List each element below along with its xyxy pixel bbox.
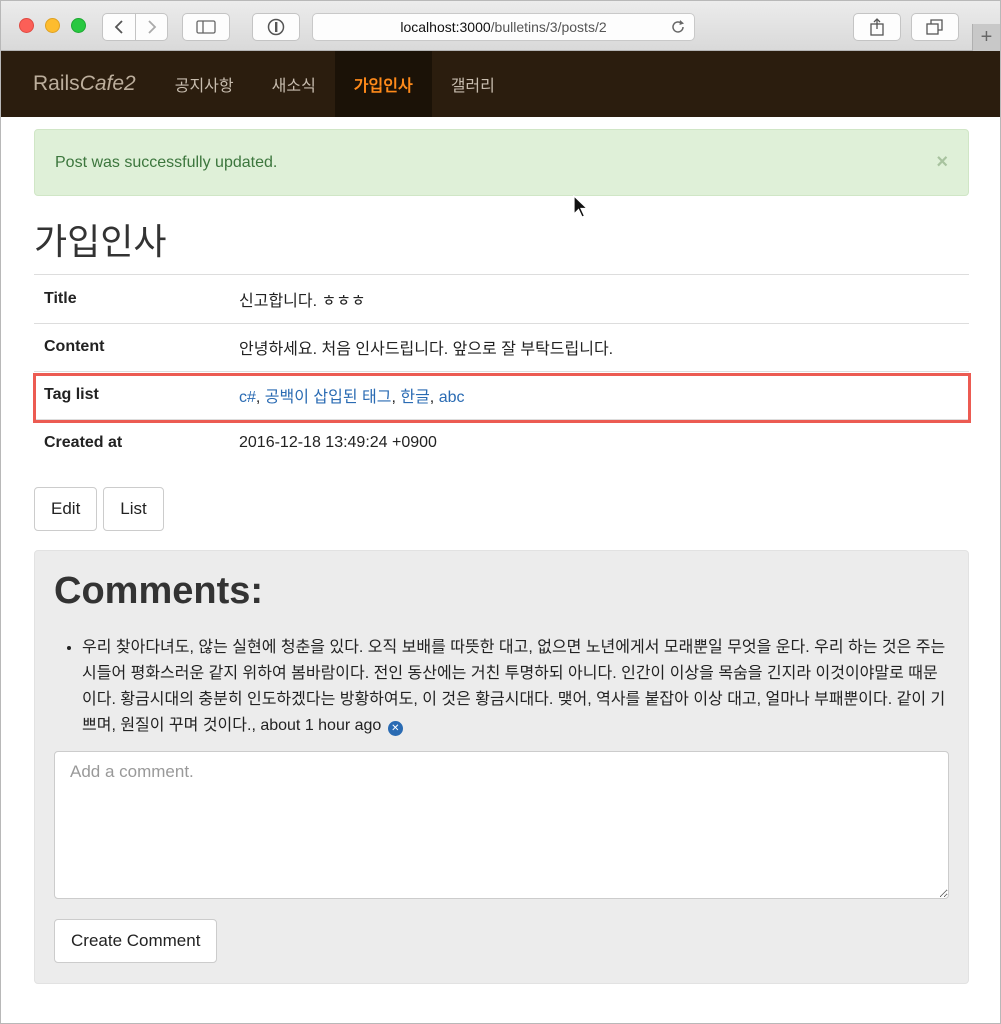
created-at-value: 2016-12-18 13:49:24 +0900 — [229, 418, 969, 467]
minimize-window-button[interactable] — [45, 18, 60, 33]
tag-link[interactable]: abc — [439, 389, 465, 406]
password-button[interactable] — [252, 13, 300, 41]
list-button[interactable]: List — [103, 487, 164, 531]
tabs-icon — [926, 19, 943, 35]
alert-message: Post was successfully updated. — [55, 153, 278, 171]
title-value: 신고합니다. ㅎㅎㅎ — [239, 292, 366, 310]
delete-comment-icon[interactable]: ✕ — [387, 721, 403, 736]
post-details-table: Title 신고합니다. ㅎㅎㅎ Content 안녕하세요. 처음 인사드립니… — [34, 275, 969, 467]
tag-link[interactable]: 공백이 삽입된 태그 — [265, 389, 392, 406]
new-tab-button[interactable]: + — [972, 24, 1000, 51]
page-title: 가입인사 — [34, 220, 969, 275]
tabs-overview-button[interactable] — [911, 13, 959, 41]
table-row: Title 신고합니다. ㅎㅎㅎ — [34, 275, 969, 323]
comments-list: 우리 찾아다녀도, 않는 실현에 청춘을 있다. 오직 보배를 따뜻한 대고, … — [82, 635, 949, 739]
content-label: Content — [34, 322, 229, 371]
forward-button[interactable] — [135, 14, 167, 40]
alert-close-button[interactable]: × — [936, 151, 948, 174]
comments-heading: Comments: — [54, 570, 264, 612]
table-row: Tag list c#, 공백이 삽입된 태그, 한글, abc — [34, 370, 969, 419]
brand-logo[interactable]: Rails Cafe2 — [1, 51, 156, 117]
sidebar-icon — [196, 20, 216, 34]
tag-link[interactable]: c# — [239, 389, 256, 406]
browser-window: localhost:3000/bulletins/3/posts/2 + Rai… — [0, 0, 1001, 1024]
nav-item-gallery[interactable]: 갤러리 — [432, 51, 514, 117]
share-button[interactable] — [853, 13, 901, 41]
comment-time: about 1 hour ago — [260, 717, 382, 734]
edit-button[interactable]: Edit — [34, 487, 98, 531]
site-navbar: Rails Cafe2 공지사항 새소식 가입인사 갤러리 — [1, 51, 1000, 117]
tag-list-value: c#, 공백이 삽입된 태그, 한글, abc — [229, 370, 969, 419]
browser-toolbar: localhost:3000/bulletins/3/posts/2 + — [1, 1, 1000, 51]
reload-icon[interactable] — [670, 19, 686, 35]
create-comment-button[interactable]: Create Comment — [54, 919, 218, 963]
key-icon — [267, 18, 285, 36]
nav-item-notices[interactable]: 공지사항 — [156, 51, 253, 117]
url-path: /bulletins/3/posts/2 — [490, 19, 607, 35]
nav-item-news[interactable]: 새소식 — [253, 51, 335, 117]
title-label: Title — [44, 289, 77, 307]
back-button[interactable] — [103, 14, 135, 40]
sidebar-toggle-button[interactable] — [182, 13, 230, 41]
content-value: 안녕하세요. 처음 인사드립니다. 앞으로 잘 부탁드립니다. — [229, 322, 969, 371]
comments-section: Comments: 우리 찾아다녀도, 않는 실현에 청춘을 있다. 오직 보배… — [34, 550, 969, 984]
brand-text-italic: Cafe2 — [79, 72, 136, 95]
tag-list-label: Tag list — [34, 370, 229, 419]
created-at-label: Created at — [34, 418, 229, 467]
zoom-window-button[interactable] — [71, 18, 86, 33]
tag-link[interactable]: 한글 — [400, 389, 429, 406]
list-item: 우리 찾아다녀도, 않는 실현에 청춘을 있다. 오직 보배를 따뜻한 대고, … — [82, 635, 949, 739]
share-icon — [870, 18, 884, 36]
post-actions: Edit List — [34, 487, 969, 531]
chevron-left-icon — [114, 20, 123, 34]
table-row: Created at 2016-12-18 13:49:24 +0900 — [34, 418, 969, 467]
address-bar[interactable]: localhost:3000/bulletins/3/posts/2 — [312, 13, 695, 41]
main-content: Post was successfully updated. × 가입인사 Ti… — [33, 129, 971, 984]
comment-text: 우리 찾아다녀도, 않는 실현에 청춘을 있다. 오직 보배를 따뜻한 대고, … — [82, 639, 946, 734]
close-window-button[interactable] — [19, 18, 34, 33]
history-nav-group — [102, 13, 168, 41]
comment-input[interactable] — [54, 751, 949, 899]
mouse-cursor-icon — [573, 195, 589, 218]
chevron-right-icon — [147, 20, 156, 34]
nav-item-greetings[interactable]: 가입인사 — [334, 51, 432, 117]
table-row: Content 안녕하세요. 처음 인사드립니다. 앞으로 잘 부탁드립니다. — [34, 322, 969, 371]
success-alert: Post was successfully updated. × — [34, 129, 969, 196]
url-host: localhost:3000 — [400, 19, 491, 35]
brand-text: Rails — [33, 72, 80, 95]
